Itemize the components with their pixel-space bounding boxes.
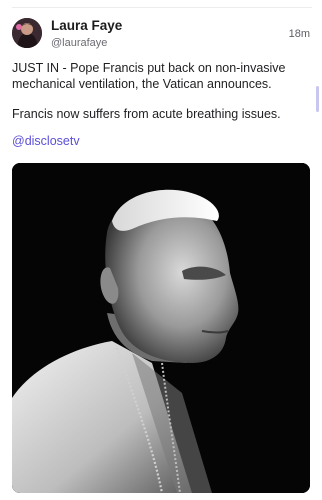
scrollbar-thumb[interactable]	[316, 86, 319, 112]
author-handle[interactable]: @laurafaye	[51, 36, 122, 50]
post-timestamp: 18m	[288, 28, 310, 40]
avatar-image	[12, 18, 42, 48]
author-name[interactable]: Laura Faye	[51, 18, 122, 34]
post-image[interactable]	[12, 163, 310, 493]
post-body: JUST IN - Pope Francis put back on non-i…	[12, 61, 304, 149]
post-card: Laura Faye @laurafaye 18m JUST IN - Pope…	[0, 0, 322, 500]
post-text-paragraph: JUST IN - Pope Francis put back on non-i…	[12, 61, 286, 91]
avatar[interactable]	[12, 18, 42, 48]
post-text-paragraph: Francis now suffers from acute breathing…	[12, 107, 281, 121]
author-block: Laura Faye @laurafaye	[51, 18, 122, 50]
portrait-photo	[12, 163, 310, 493]
mention-link[interactable]: @disclosetv	[12, 134, 304, 150]
